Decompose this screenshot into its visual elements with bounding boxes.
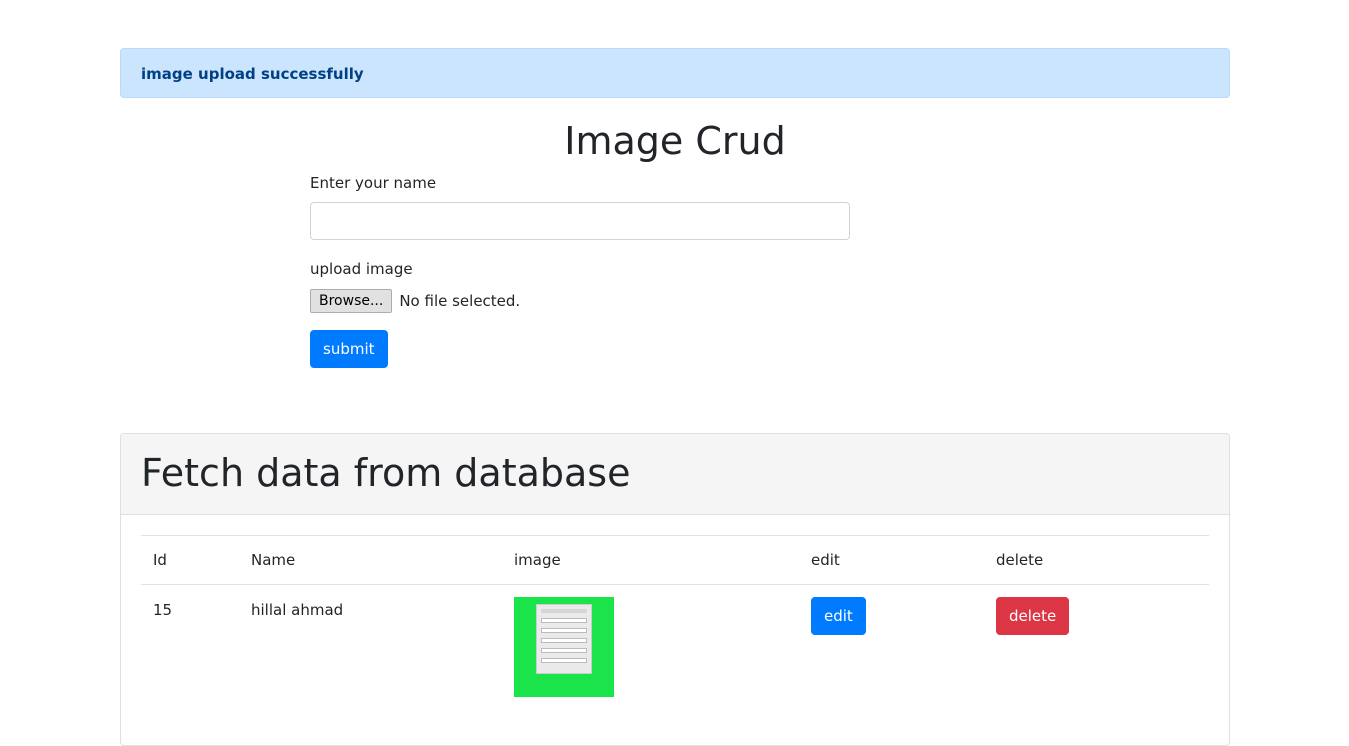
submit-button[interactable]: submit [310,330,388,368]
file-status-text: No file selected. [399,292,521,310]
column-header-edit: edit [811,551,840,569]
card-body: Id Name image edit delete 15 hillal ahma… [121,515,1229,729]
records-table: Id Name image edit delete 15 hillal ahma… [141,535,1209,709]
table-header-row: Id Name image edit delete [141,535,1209,585]
card-title: Fetch data from database [141,451,631,495]
table-row: 15 hillal ahmad edit delete [141,585,1209,710]
cell-id: 15 [153,601,173,619]
column-header-id: Id [153,551,167,569]
alert-message: image upload successfully [141,65,364,83]
cell-delete: delete [984,585,1209,710]
page-title: Image Crud [564,119,786,163]
card-header: Fetch data from database [121,434,1229,515]
file-input[interactable]: Browse... No file selected. [310,289,850,313]
cell-image [502,585,799,710]
name-input[interactable] [310,202,850,240]
cell-edit: edit [799,585,984,710]
edit-button[interactable]: edit [811,597,866,635]
upload-form: Enter your name upload image Browse... N… [310,173,850,368]
main-container: image upload successfully Image Crud Ent… [120,48,1230,746]
success-alert: image upload successfully [120,48,1230,98]
record-thumbnail-image [514,597,614,697]
column-header-image: image [514,551,561,569]
name-label: Enter your name [310,174,437,192]
cell-name: hillal ahmad [251,601,344,619]
column-header-name: Name [251,551,296,569]
delete-button[interactable]: delete [996,597,1070,635]
upload-image-label: upload image [310,260,413,278]
browse-button[interactable]: Browse... [310,289,393,313]
thumbnail-form-preview [536,604,592,674]
data-card: Fetch data from database Id Name image e… [120,433,1230,746]
column-header-delete: delete [996,551,1044,569]
